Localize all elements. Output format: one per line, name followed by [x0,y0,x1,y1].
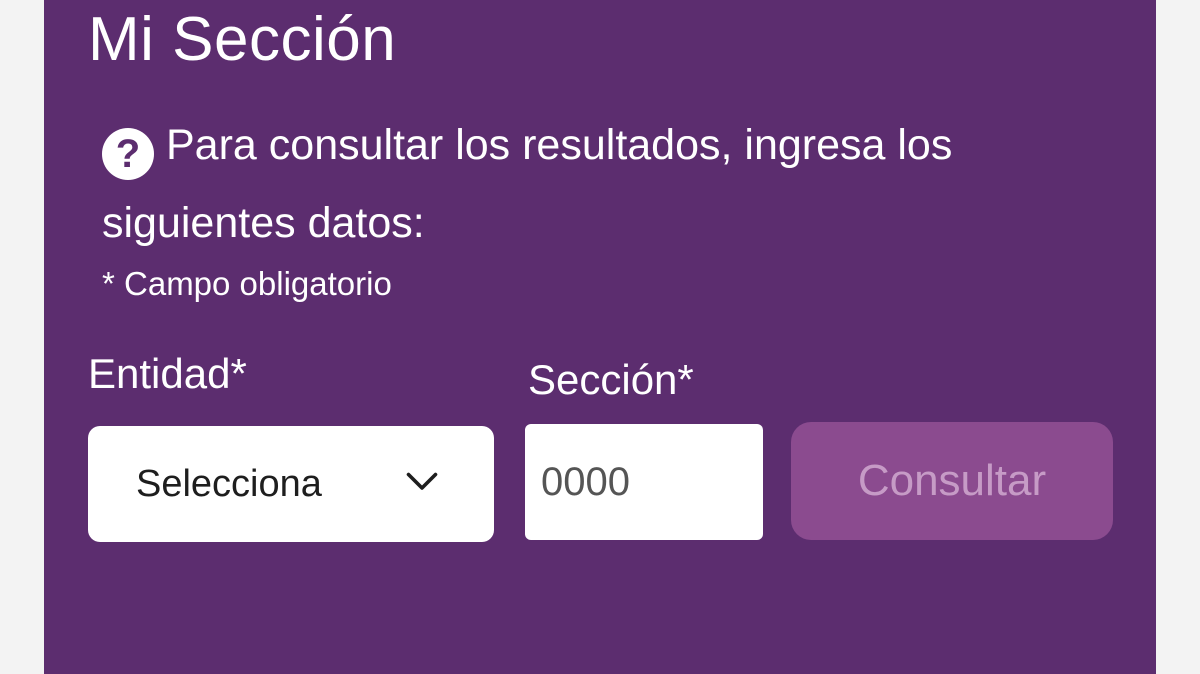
seccion-label: Sección* [528,356,694,403]
seccion-input[interactable] [525,424,763,540]
instructions: ? Para consultar los resultados, ingresa … [102,106,1122,262]
help-icon: ? [102,128,154,180]
entidad-select[interactable]: Selecciona [88,426,494,542]
entidad-selected-value: Selecciona [136,462,322,505]
chevron-down-icon [406,472,438,490]
entidad-label: Entidad* [88,350,247,397]
instructions-text: Para consultar los resultados, ingresa l… [102,121,953,247]
consultar-button[interactable]: Consultar [791,422,1113,540]
panel-title: Mi Sección [88,5,397,74]
required-field-note: * Campo obligatorio [102,265,392,302]
mi-seccion-panel: Mi Sección ? Para consultar los resultado… [44,0,1156,674]
